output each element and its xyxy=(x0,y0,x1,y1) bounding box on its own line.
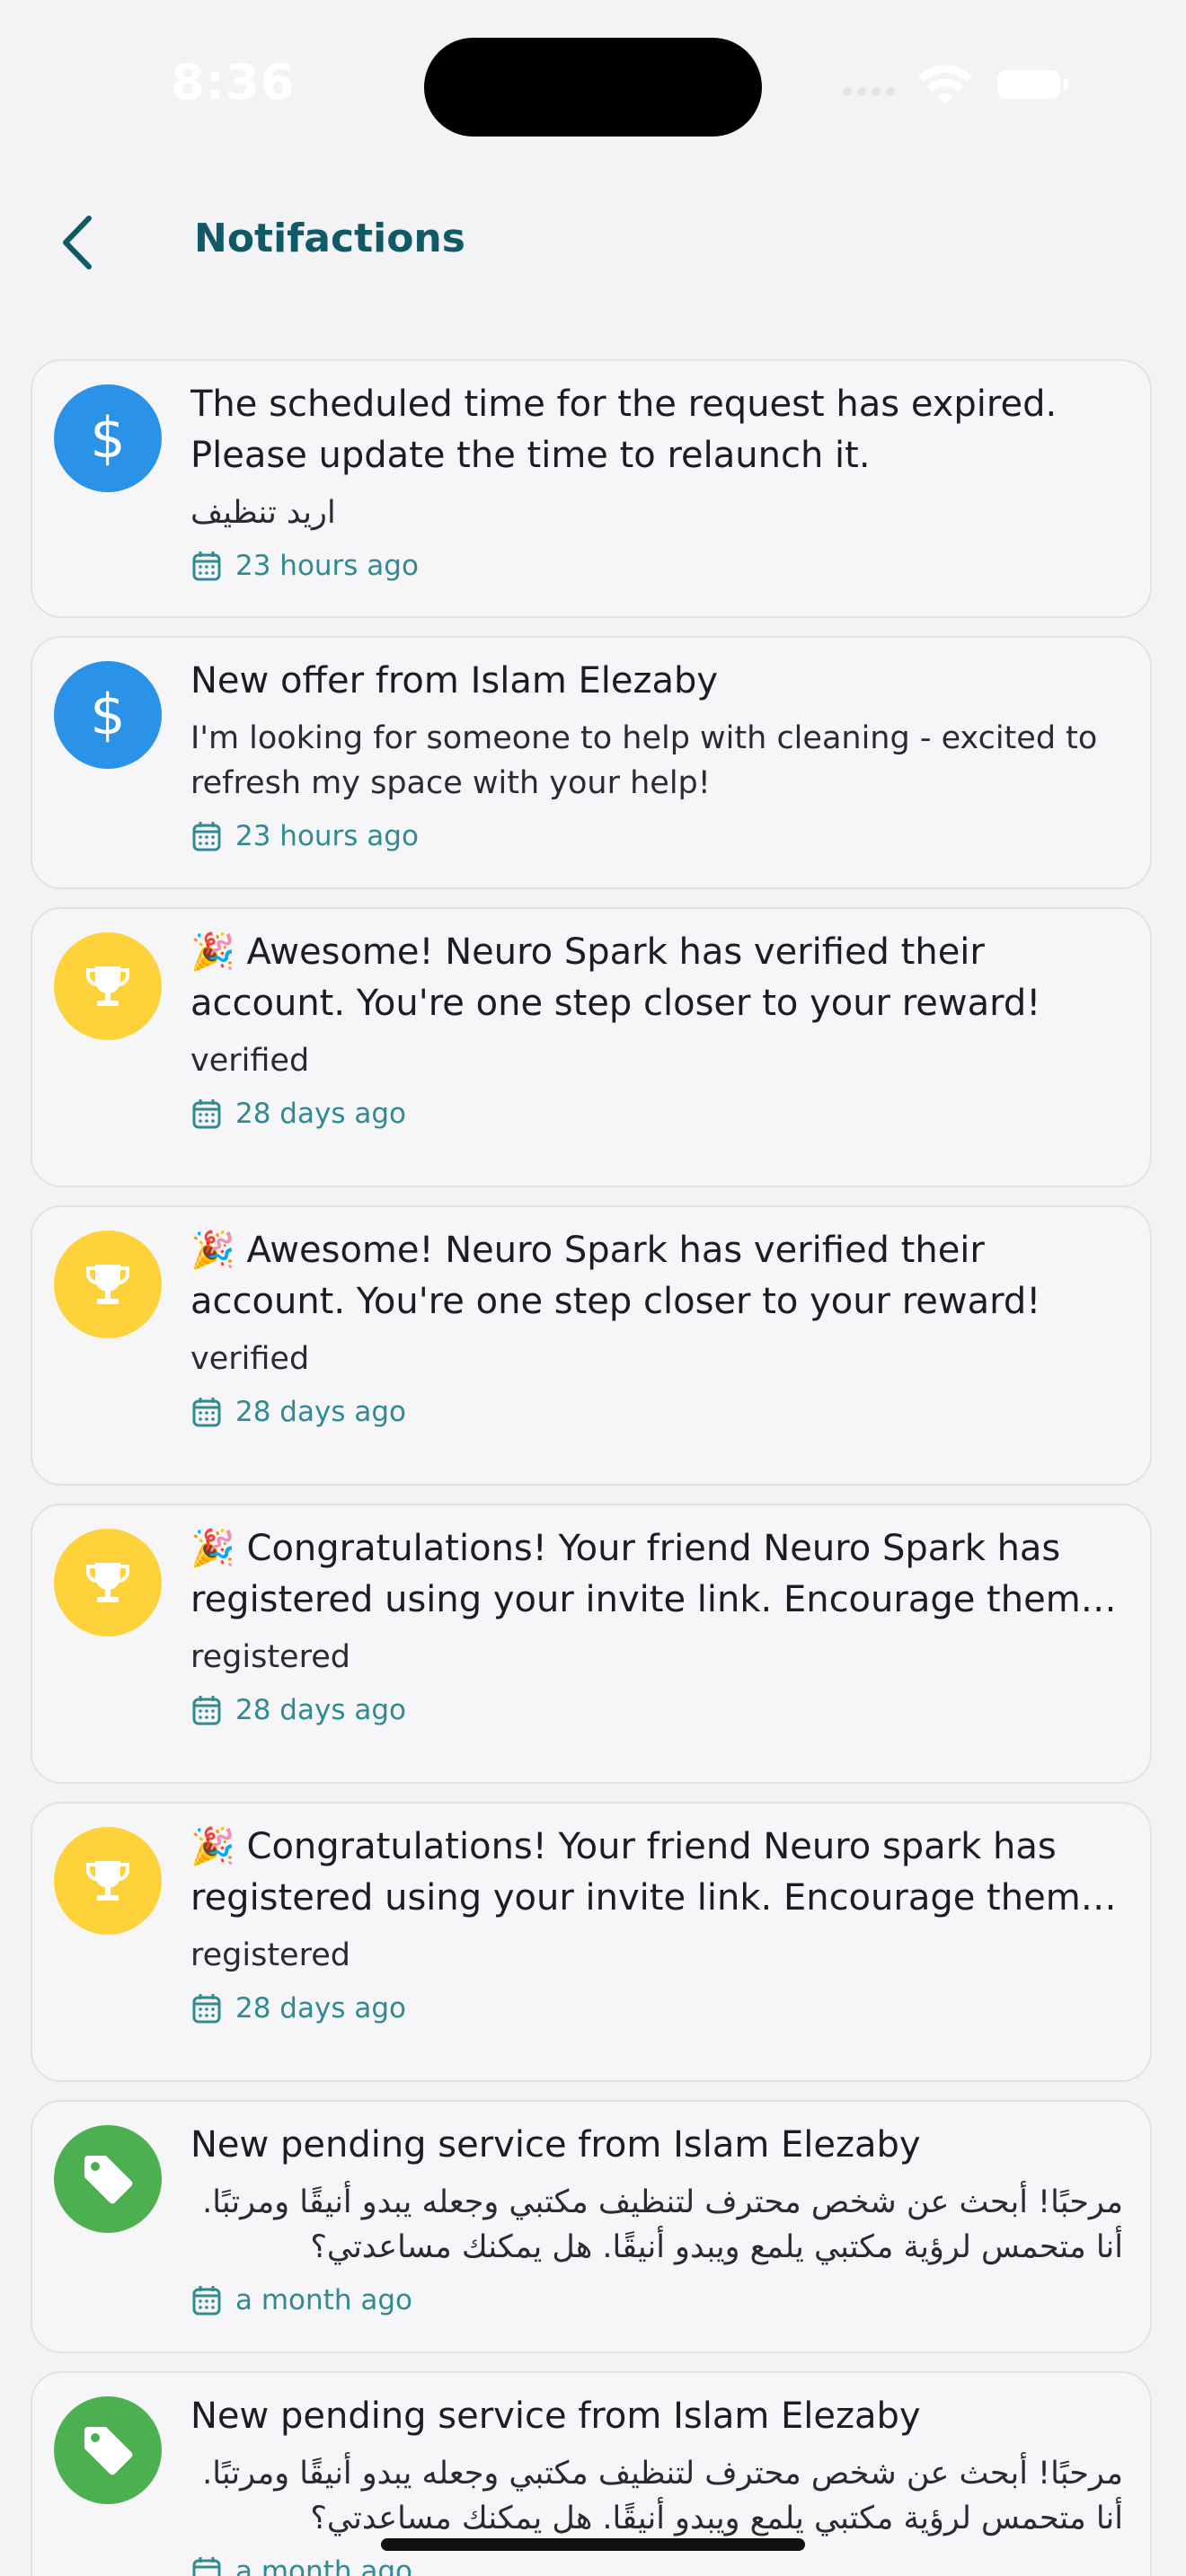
calendar-icon xyxy=(192,1696,221,1725)
notification-body: verified xyxy=(190,1043,310,1079)
notification-time-row: a month ago xyxy=(190,2552,1123,2576)
notification-content: 🎉 Awesome! Neuro Spark has verified thei… xyxy=(190,1225,1123,1432)
trophy-icon xyxy=(86,1265,129,1304)
notification-content: New offer from Islam Elezaby I'm looking… xyxy=(190,656,1123,856)
calendar-icon xyxy=(192,2557,221,2576)
notification-title: The scheduled time for the request has e… xyxy=(190,384,1058,476)
notification-title: 🎉 Congratulations! Your friend Neuro spa… xyxy=(190,1826,1081,1919)
notification-time-row: 23 hours ago xyxy=(190,816,1123,856)
notification-content: 🎉 Awesome! Neuro Spark has verified thei… xyxy=(190,927,1123,1134)
notification-title: New pending service from Islam Elezaby xyxy=(190,2124,921,2166)
status-time: 8:36 xyxy=(171,54,296,110)
notification-avatar xyxy=(54,1827,162,1935)
notification-content: New pending service from Islam Elezaby م… xyxy=(190,2120,1123,2320)
notification-card[interactable]: 🎉 Congratulations! Your friend Neuro spa… xyxy=(31,1802,1152,2082)
cellular-signal-icon xyxy=(843,83,906,102)
notification-time-row: 28 days ago xyxy=(190,1690,1123,1730)
dynamic-island xyxy=(424,38,762,137)
calendar-icon xyxy=(192,1994,221,2024)
notification-time: 28 days ago xyxy=(235,1694,406,1726)
notification-time: 28 days ago xyxy=(235,1396,406,1428)
calendar-icon xyxy=(192,1398,221,1427)
party-popper-emoji: 🎉 xyxy=(190,1528,235,1569)
notification-time: 28 days ago xyxy=(235,1098,406,1130)
notification-time: 23 hours ago xyxy=(235,820,419,852)
notification-time-row: 28 days ago xyxy=(190,1392,1123,1432)
notification-time-row: 28 days ago xyxy=(190,1989,1123,2028)
notification-avatar: $ xyxy=(54,661,162,769)
trophy-icon xyxy=(86,1861,129,1901)
notification-content: 🎉 Congratulations! Your friend Neuro Spa… xyxy=(190,1523,1123,1730)
notifications-screen: 8:36 Notifactions $ The scheduled time f… xyxy=(0,0,1186,2576)
page-title: Notifactions xyxy=(194,216,465,261)
notification-time: a month ago xyxy=(235,2284,412,2316)
notification-avatar xyxy=(54,1231,162,1338)
notification-time-row: 23 hours ago xyxy=(190,546,1123,586)
notification-body: registered xyxy=(190,1937,350,1973)
notification-content: 🎉 Congratulations! Your friend Neuro spa… xyxy=(190,1822,1123,2028)
notification-avatar xyxy=(54,2125,162,2233)
battery-icon xyxy=(997,70,1069,102)
notification-body: I'm looking for someone to help with cle… xyxy=(190,720,1098,801)
notification-card[interactable]: 🎉 Awesome! Neuro Spark has verified thei… xyxy=(31,907,1152,1187)
dollar-icon: $ xyxy=(90,407,125,470)
notification-card[interactable]: $ The scheduled time for the request has… xyxy=(31,359,1152,618)
notification-title: New pending service from Islam Elezaby xyxy=(190,2395,921,2437)
notification-time-row: 28 days ago xyxy=(190,1094,1123,1134)
notification-body: verified xyxy=(190,1341,310,1377)
tag-icon xyxy=(84,2427,133,2475)
party-popper-emoji: 🎉 xyxy=(190,1230,235,1271)
tag-icon xyxy=(84,2156,133,2204)
notification-body: registered xyxy=(190,1639,350,1675)
notification-body: اريد تنظيف xyxy=(190,495,336,531)
notification-avatar xyxy=(54,2396,162,2504)
dollar-icon: $ xyxy=(90,684,125,746)
notification-time: 23 hours ago xyxy=(235,550,419,582)
svg-text:$: $ xyxy=(90,407,125,470)
calendar-icon xyxy=(192,2286,221,2316)
notification-time: a month ago xyxy=(235,2555,412,2576)
notification-card[interactable]: 🎉 Congratulations! Your friend Neuro Spa… xyxy=(31,1504,1152,1784)
wifi-icon xyxy=(918,65,972,106)
notification-card[interactable]: $ New offer from Islam Elezaby I'm looki… xyxy=(31,636,1152,889)
calendar-icon xyxy=(192,551,221,581)
notification-body: مرحبًا! أبحث عن شخص محترف لتنظيف مكتبي و… xyxy=(202,2184,1123,2265)
notification-card[interactable]: New pending service from Islam Elezaby م… xyxy=(31,2100,1152,2353)
back-button[interactable] xyxy=(45,207,108,278)
party-popper-emoji: 🎉 xyxy=(190,931,235,973)
calendar-icon xyxy=(192,822,221,851)
header: Notifactions xyxy=(0,180,1186,305)
notification-time: 28 days ago xyxy=(235,1992,406,2025)
chevron-left-icon xyxy=(63,216,92,269)
notification-content: The scheduled time for the request has e… xyxy=(190,379,1123,586)
notification-avatar xyxy=(54,932,162,1040)
party-popper-emoji: 🎉 xyxy=(190,1826,235,1867)
notification-avatar xyxy=(54,1529,162,1636)
notification-avatar: $ xyxy=(54,384,162,492)
notification-time-row: a month ago xyxy=(190,2280,1123,2320)
svg-text:$: $ xyxy=(90,684,125,746)
home-indicator[interactable] xyxy=(381,2538,805,2551)
trophy-icon xyxy=(86,966,129,1006)
trophy-icon xyxy=(86,1563,129,1602)
notification-title: 🎉 Awesome! Neuro Spark has verified thei… xyxy=(190,1230,1041,1322)
calendar-icon xyxy=(192,1099,221,1129)
notification-title: 🎉 Awesome! Neuro Spark has verified thei… xyxy=(190,931,1041,1024)
notification-card[interactable]: 🎉 Awesome! Neuro Spark has verified thei… xyxy=(31,1205,1152,1486)
notification-title: New offer from Islam Elezaby xyxy=(190,660,719,701)
notification-body: مرحبًا! أبحث عن شخص محترف لتنظيف مكتبي و… xyxy=(202,2456,1123,2536)
status-bar: 8:36 xyxy=(0,0,1186,171)
notification-title: 🎉 Congratulations! Your friend Neuro Spa… xyxy=(190,1528,1081,1620)
